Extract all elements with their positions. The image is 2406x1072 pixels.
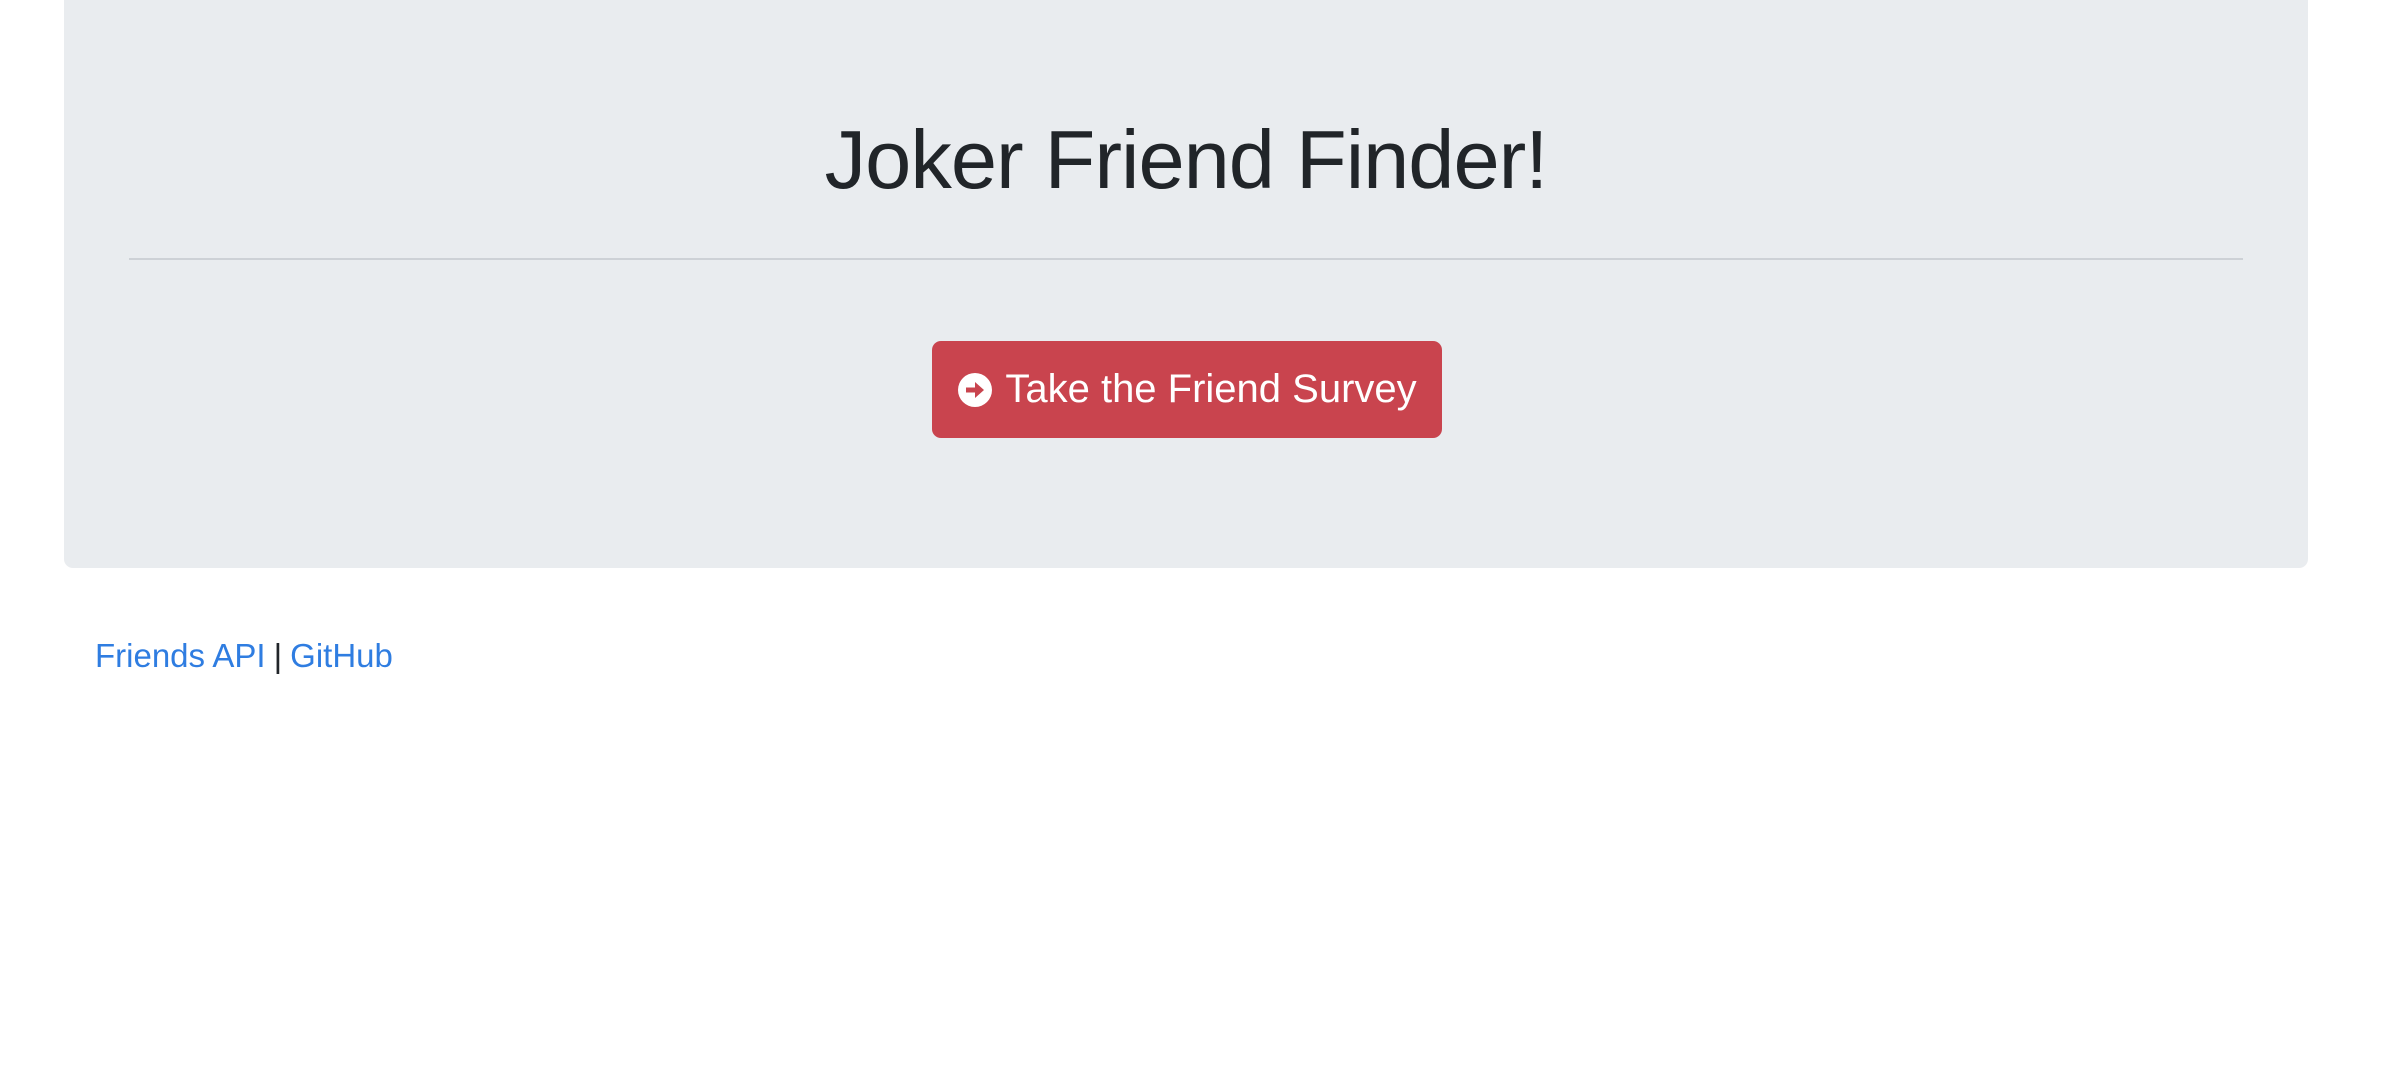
take-survey-label: Take the Friend Survey [1005, 367, 1417, 411]
footer: Friends API | GitHub [95, 636, 393, 676]
arrow-circle-right-icon [957, 372, 993, 408]
divider [129, 258, 2243, 260]
footer-separator: | [273, 637, 283, 674]
page-title: Joker Friend Finder! [824, 113, 1549, 206]
github-link[interactable]: GitHub [290, 637, 393, 674]
friends-api-link[interactable]: Friends API [95, 637, 266, 674]
take-survey-button[interactable]: Take the Friend Survey [932, 341, 1442, 438]
jumbotron: Joker Friend Finder! Take the Friend Sur… [64, 0, 2308, 568]
